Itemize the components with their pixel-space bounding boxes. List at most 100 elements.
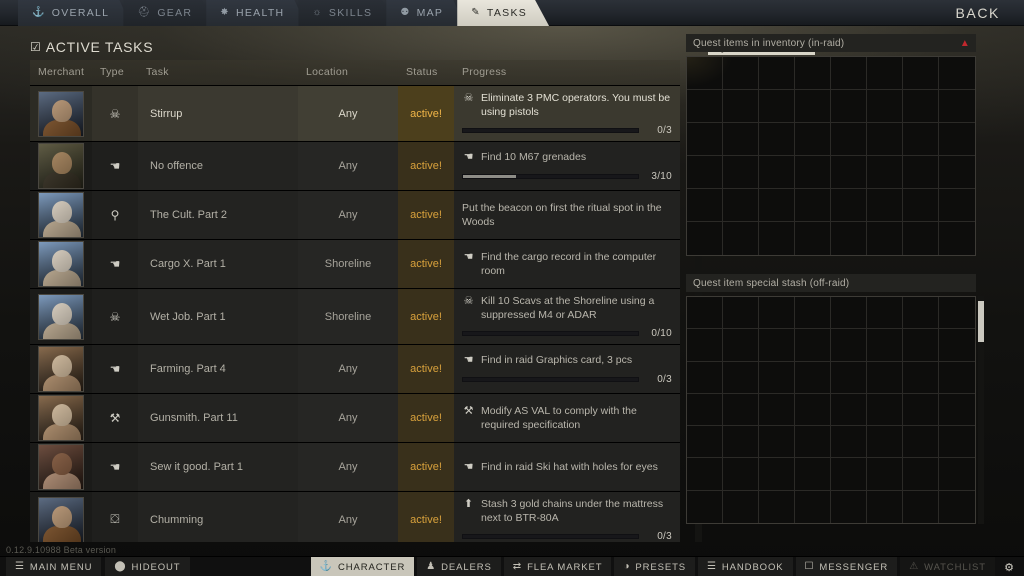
cell-task-name[interactable]: Gunsmith. Part 11 bbox=[138, 393, 298, 443]
stash-cell[interactable] bbox=[723, 189, 759, 222]
stash-cell[interactable] bbox=[759, 90, 795, 123]
merchant-avatar[interactable] bbox=[38, 241, 84, 287]
stash-cell[interactable] bbox=[867, 393, 903, 427]
column-header-task[interactable]: Task bbox=[138, 60, 298, 86]
stash-cell[interactable] bbox=[687, 426, 723, 459]
merchant-avatar[interactable] bbox=[38, 192, 84, 238]
nav-button-dealers[interactable]: ♟ DEALERS bbox=[417, 557, 501, 576]
stash-cell[interactable] bbox=[903, 393, 939, 427]
stash-cell[interactable] bbox=[831, 189, 867, 222]
top-tab-map[interactable]: ⚉ MAP bbox=[386, 0, 465, 26]
cell-task-name[interactable]: Sew it good. Part 1 bbox=[138, 442, 298, 492]
stash-cell[interactable] bbox=[939, 297, 975, 330]
stash-cell[interactable] bbox=[795, 57, 831, 90]
stash-cell[interactable] bbox=[759, 123, 795, 156]
tasks-table-wrapper[interactable]: Merchant Type Task Location Status Progress ☠… bbox=[30, 60, 680, 542]
stash-cell[interactable] bbox=[759, 57, 795, 90]
stash-cell[interactable] bbox=[795, 361, 831, 394]
stash-cell[interactable] bbox=[759, 156, 795, 189]
merchant-avatar[interactable] bbox=[38, 90, 84, 137]
nav-button-messenger[interactable]: ☐ MESSENGER bbox=[795, 557, 898, 576]
table-row[interactable]: ⚒ Gunsmith. Part 11 Any active! ⚒ Modify AS V… bbox=[30, 393, 680, 443]
stash-cell[interactable] bbox=[831, 156, 867, 189]
stash-cell[interactable] bbox=[687, 57, 723, 90]
stash-cell[interactable] bbox=[867, 90, 903, 123]
stash-cell[interactable] bbox=[939, 458, 975, 491]
cell-merchant[interactable] bbox=[30, 190, 92, 240]
merchant-avatar[interactable] bbox=[38, 143, 84, 189]
stash-cell[interactable] bbox=[939, 329, 975, 362]
cell-merchant[interactable] bbox=[30, 344, 92, 394]
merchant-avatar[interactable] bbox=[38, 444, 84, 490]
cell-merchant[interactable] bbox=[30, 491, 92, 542]
stash-cell[interactable] bbox=[723, 57, 759, 90]
stash-cell[interactable] bbox=[795, 90, 831, 123]
gear-icon[interactable]: ⚙ bbox=[998, 557, 1020, 576]
stash-cell[interactable] bbox=[687, 297, 723, 330]
stash-cell[interactable] bbox=[867, 361, 903, 394]
stash-cell[interactable] bbox=[759, 458, 795, 491]
stash-cell[interactable] bbox=[723, 329, 759, 362]
stash-cell[interactable] bbox=[723, 458, 759, 491]
stash-cell[interactable] bbox=[867, 57, 903, 90]
stash-cell[interactable] bbox=[759, 222, 795, 255]
stash-scrollbar-track[interactable] bbox=[978, 296, 984, 524]
stash-cell[interactable] bbox=[939, 57, 975, 90]
cell-task-name[interactable]: The Cult. Part 2 bbox=[138, 190, 298, 240]
table-row[interactable]: ☠ Stirrup Any active! ☠ Eliminate 3 PMC opera… bbox=[30, 85, 680, 142]
stash-cell[interactable] bbox=[687, 329, 723, 362]
stash-cell[interactable] bbox=[939, 222, 975, 255]
nav-button-handbook[interactable]: ☰ HANDBOOK bbox=[698, 557, 793, 576]
merchant-avatar[interactable] bbox=[38, 496, 84, 542]
stash-cell[interactable] bbox=[795, 329, 831, 362]
stash-cell[interactable] bbox=[687, 90, 723, 123]
stash-cell[interactable] bbox=[723, 123, 759, 156]
cell-task-name[interactable]: Wet Job. Part 1 bbox=[138, 288, 298, 345]
stash-cell[interactable] bbox=[831, 393, 867, 427]
cell-task-name[interactable]: Cargo X. Part 1 bbox=[138, 239, 298, 289]
stash-cell[interactable] bbox=[903, 426, 939, 459]
table-row[interactable]: ☠ Wet Job. Part 1 Shoreline active! ☠ Kill 10… bbox=[30, 288, 680, 345]
column-header-status[interactable]: Status bbox=[398, 60, 454, 86]
stash-cell[interactable] bbox=[759, 189, 795, 222]
cell-merchant[interactable] bbox=[30, 393, 92, 443]
merchant-avatar[interactable] bbox=[38, 346, 84, 392]
stash-cell[interactable] bbox=[723, 90, 759, 123]
stash-cell[interactable] bbox=[939, 90, 975, 123]
stash-cell[interactable] bbox=[903, 156, 939, 189]
stash-cell[interactable] bbox=[723, 393, 759, 427]
stash-cell[interactable] bbox=[867, 123, 903, 156]
stash-cell[interactable] bbox=[867, 329, 903, 362]
stash-cell[interactable] bbox=[903, 361, 939, 394]
cell-task-name[interactable]: Stirrup bbox=[138, 85, 298, 142]
stash-cell[interactable] bbox=[867, 156, 903, 189]
table-row[interactable]: ☚ Sew it good. Part 1 Any active! ☚ Find in r… bbox=[30, 442, 680, 492]
stash-cell[interactable] bbox=[723, 156, 759, 189]
stash-cell[interactable] bbox=[795, 189, 831, 222]
column-header-location[interactable]: Location bbox=[298, 60, 398, 86]
stash-grid[interactable] bbox=[686, 296, 976, 524]
cell-task-name[interactable]: Chumming bbox=[138, 491, 298, 542]
cell-merchant[interactable] bbox=[30, 288, 92, 345]
stash-cell[interactable] bbox=[903, 297, 939, 330]
stash-cell[interactable] bbox=[723, 361, 759, 394]
stash-cell[interactable] bbox=[903, 222, 939, 255]
cell-merchant[interactable] bbox=[30, 141, 92, 191]
stash-cell[interactable] bbox=[831, 490, 867, 523]
nav-button-character[interactable]: ⚓ CHARACTER bbox=[310, 557, 415, 576]
stash-cell[interactable] bbox=[759, 361, 795, 394]
stash-cell[interactable] bbox=[831, 426, 867, 459]
stash-cell[interactable] bbox=[795, 156, 831, 189]
stash-cell[interactable] bbox=[795, 490, 831, 523]
stash-cell[interactable] bbox=[759, 490, 795, 523]
stash-cell[interactable] bbox=[831, 329, 867, 362]
stash-cell[interactable] bbox=[903, 123, 939, 156]
stash-cell[interactable] bbox=[903, 90, 939, 123]
stash-cell[interactable] bbox=[687, 156, 723, 189]
stash-cell[interactable] bbox=[723, 297, 759, 330]
stash-cell[interactable] bbox=[795, 426, 831, 459]
top-tab-skills[interactable]: ☼ SKILLS bbox=[298, 0, 394, 26]
stash-cell[interactable] bbox=[759, 297, 795, 330]
stash-cell[interactable] bbox=[867, 189, 903, 222]
stash-cell[interactable] bbox=[687, 458, 723, 491]
